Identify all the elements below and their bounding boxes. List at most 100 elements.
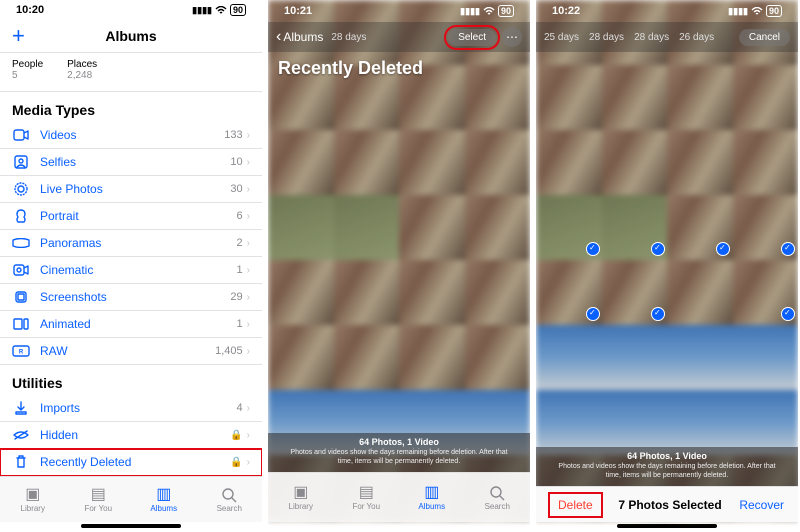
chevron-right-icon: ›: [247, 403, 250, 414]
tab-label: Library: [289, 502, 313, 511]
select-button[interactable]: Select: [448, 29, 496, 46]
recently-deleted-row[interactable]: Recently Deleted🔒›: [0, 449, 262, 476]
album-people[interactable]: People 5: [12, 59, 43, 81]
tab-for-you[interactable]: ▤ For You: [66, 477, 132, 522]
status-time: 10:20: [16, 4, 44, 16]
row-label: Imports: [40, 401, 237, 415]
nav-bar: + Albums: [0, 20, 262, 53]
cellular-icon: ▮▮▮▮: [460, 6, 480, 17]
cancel-button[interactable]: Cancel: [739, 29, 790, 46]
back-button[interactable]: ‹ Albums: [276, 28, 323, 46]
animated-icon: [12, 318, 30, 330]
battery-icon: 90: [230, 4, 246, 16]
recover-button[interactable]: Recover: [739, 498, 784, 512]
page-title: Recently Deleted: [268, 52, 530, 83]
footer-count: 64 Photos, 1 Video: [552, 451, 782, 462]
delete-button[interactable]: Delete: [550, 494, 601, 516]
videos-icon: [12, 128, 30, 142]
selection-checkmark-icon: [781, 307, 795, 321]
tab-search[interactable]: Search: [197, 477, 263, 522]
days-chip: 28 days: [589, 32, 624, 43]
tab-library[interactable]: ▣ Library: [268, 473, 334, 522]
lock-icon: 🔒: [230, 457, 242, 468]
selection-checkmark-icon: [781, 242, 795, 256]
chevron-right-icon: ›: [247, 292, 250, 303]
tab-for-you[interactable]: ▤ For You: [334, 473, 400, 522]
tab-label: Library: [21, 504, 45, 513]
days-chip: 28 days: [634, 32, 669, 43]
cellular-icon: ▮▮▮▮: [728, 6, 748, 17]
list-row[interactable]: Live Photos30›: [0, 176, 262, 203]
utilities-header: Utilities: [0, 365, 262, 395]
battery-icon: 90: [498, 5, 514, 17]
wifi-icon: [483, 7, 495, 16]
status-bar: 10:20 ▮▮▮▮ 90: [0, 0, 262, 20]
selfies-icon: [12, 155, 30, 169]
list-row[interactable]: Hidden🔒›: [0, 422, 262, 449]
nav-bar: 25 days 28 days 28 days 26 days Cancel: [536, 22, 798, 52]
photo-grid[interactable]: [268, 83, 530, 433]
back-label: Albums: [283, 30, 323, 44]
search-icon: [221, 487, 237, 503]
row-label: Screenshots: [40, 290, 230, 304]
more-button[interactable]: ⋯: [502, 27, 522, 47]
row-label: Recently Deleted: [40, 455, 230, 469]
list-row[interactable]: Portrait6›: [0, 203, 262, 230]
selection-checkmark-icon: [586, 307, 600, 321]
chevron-right-icon: ›: [247, 238, 250, 249]
row-count: 30: [230, 183, 242, 195]
tab-label: For You: [84, 504, 112, 513]
tab-library[interactable]: ▣ Library: [0, 477, 66, 522]
album-places[interactable]: Places 2,248: [67, 59, 97, 81]
list-row[interactable]: Panoramas2›: [0, 230, 262, 257]
chevron-right-icon: ›: [247, 430, 250, 441]
list-row[interactable]: Screenshots29›: [0, 284, 262, 311]
status-right: ▮▮▮▮ 90: [460, 5, 514, 17]
row-label: Panoramas: [40, 236, 237, 250]
wifi-icon: [751, 7, 763, 16]
status-time: 10:21: [284, 5, 312, 17]
nav-bar: ‹ Albums 28 days Select ⋯: [268, 22, 530, 52]
add-button[interactable]: +: [12, 25, 25, 47]
imports-icon: [12, 401, 30, 415]
screen-albums-list: 10:20 ▮▮▮▮ 90 + Albums People 5 Places 2…: [0, 0, 262, 532]
albums-icon: ▥: [156, 487, 171, 503]
utilities-list: Imports4›Hidden🔒›Recently Deleted🔒›: [0, 395, 262, 476]
footer-count: 64 Photos, 1 Video: [284, 437, 514, 448]
chevron-right-icon: ›: [247, 346, 250, 357]
selection-checkmark-icon: [586, 242, 600, 256]
list-row[interactable]: RRAW1,405›: [0, 338, 262, 365]
screenshots-icon: [12, 290, 30, 304]
list-row[interactable]: Selfies10›: [0, 149, 262, 176]
row-label: Videos: [40, 128, 224, 142]
tab-search[interactable]: Search: [465, 473, 531, 522]
filter-chips: 25 days 28 days 28 days 26 days: [544, 32, 739, 43]
tab-albums[interactable]: ▥ Albums: [399, 473, 465, 522]
portrait-icon: [12, 209, 30, 223]
chevron-right-icon: ›: [247, 184, 250, 195]
count: 5: [12, 70, 43, 81]
row-label: Cinematic: [40, 263, 237, 277]
nav-title: Albums: [105, 28, 156, 44]
status-right: ▮▮▮▮ 90: [728, 5, 782, 17]
list-row[interactable]: Imports4›: [0, 395, 262, 422]
filter-chips: 28 days: [323, 32, 448, 43]
wifi-icon: [215, 6, 227, 15]
livephotos-icon: [12, 182, 30, 196]
list-row[interactable]: Cinematic1›: [0, 257, 262, 284]
footer-info: 64 Photos, 1 Video Photos and videos sho…: [536, 447, 798, 486]
days-chip: 26 days: [679, 32, 714, 43]
row-label: RAW: [40, 344, 215, 358]
home-indicator[interactable]: [81, 524, 181, 528]
tab-albums[interactable]: ▥ Albums: [131, 477, 197, 522]
row-count: 1,405: [215, 345, 243, 357]
tab-label: Albums: [150, 504, 177, 513]
photo-grid[interactable]: [536, 52, 798, 447]
list-row[interactable]: Animated1›: [0, 311, 262, 338]
row-count: 10: [230, 156, 242, 168]
row-label: Hidden: [40, 428, 230, 442]
chevron-right-icon: ›: [247, 319, 250, 330]
list-row[interactable]: Videos133›: [0, 122, 262, 149]
trash-icon: [12, 455, 30, 469]
row-label: Selfies: [40, 155, 230, 169]
